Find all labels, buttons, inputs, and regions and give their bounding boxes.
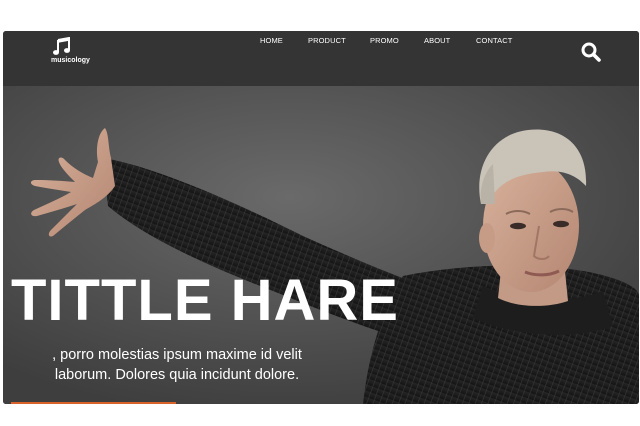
page: musicology HOME PRODUCT PROMO ABOUT CONT… — [0, 0, 640, 426]
website-frame: musicology HOME PRODUCT PROMO ABOUT CONT… — [3, 31, 639, 404]
nav-link-promo[interactable]: PROMO — [370, 36, 399, 45]
brand-name: musicology — [51, 57, 90, 64]
hero-subtitle: , porro molestias ipsum maxime id velit … — [27, 345, 327, 385]
top-navbar: musicology HOME PRODUCT PROMO ABOUT CONT… — [3, 31, 639, 86]
hero-title: TITTLE HARE — [11, 268, 399, 333]
hero-subtitle-line-2: laborum. Dolores quia incidunt dolore. — [54, 367, 300, 383]
search-button[interactable] — [580, 41, 602, 63]
hero-section: TITTLE HARE , porro molestias ipsum maxi… — [3, 86, 639, 404]
nav-link-contact[interactable]: CONTACT — [476, 36, 512, 45]
nav-link-home[interactable]: HOME — [260, 36, 283, 45]
accent-underline — [11, 402, 176, 404]
search-icon — [581, 42, 601, 62]
nav-link-about[interactable]: ABOUT — [424, 36, 450, 45]
nav-link-product[interactable]: PRODUCT — [308, 36, 346, 45]
hero-subtitle-line-1: , porro molestias ipsum maxime id velit — [52, 347, 302, 363]
nav-menu: HOME PRODUCT PROMO ABOUT CONTACT — [3, 36, 639, 50]
